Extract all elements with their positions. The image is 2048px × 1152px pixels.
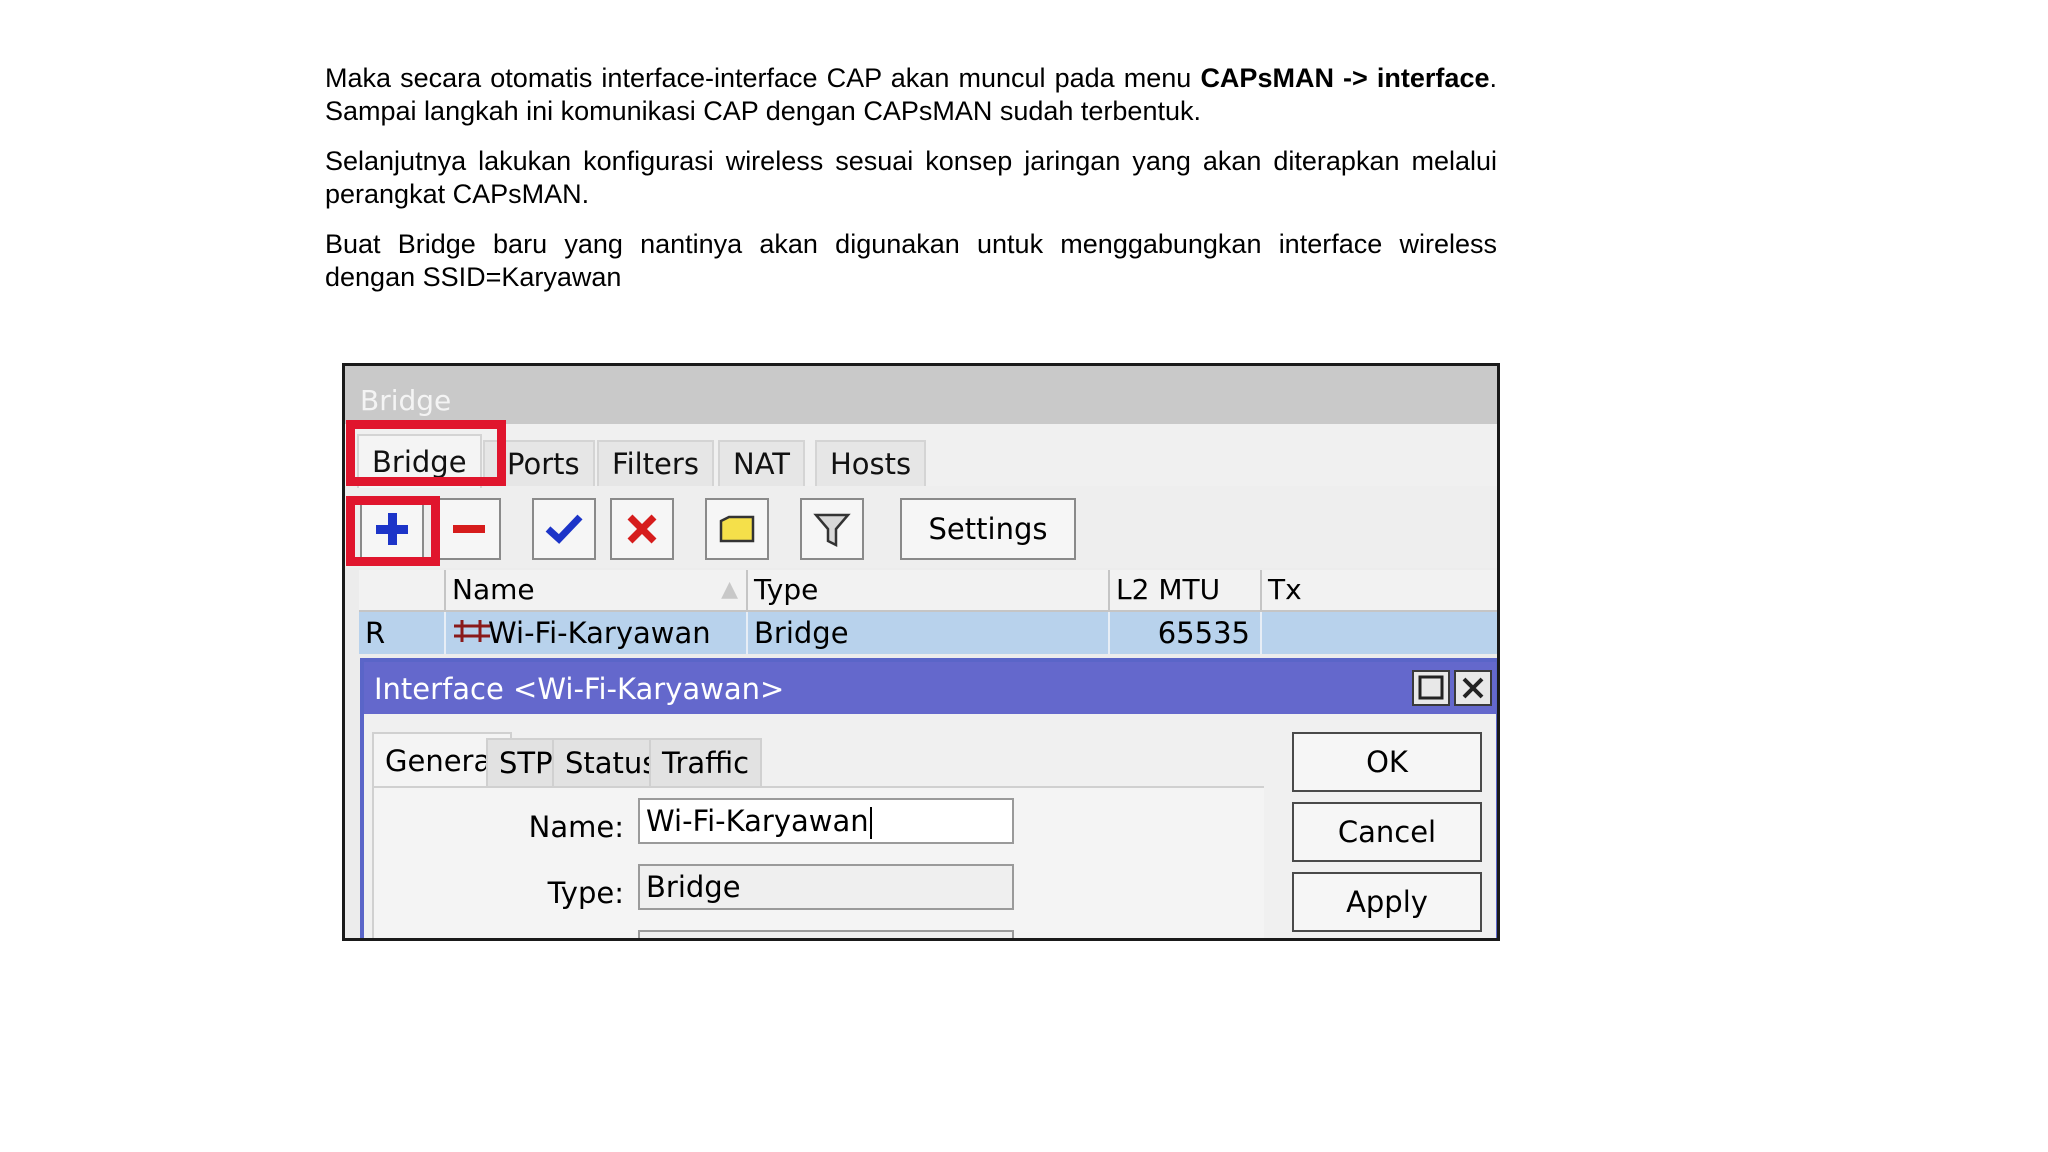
highlight-add-button <box>346 496 440 566</box>
apply-button[interactable]: Apply <box>1292 872 1482 932</box>
bridge-toolbar: Settings <box>345 486 1497 568</box>
close-icon <box>1462 677 1484 699</box>
remove-icon <box>453 525 485 533</box>
tab-hosts[interactable]: Hosts <box>815 440 927 486</box>
disable-x-icon <box>627 514 657 544</box>
bridge-icon <box>454 620 490 642</box>
col-tx-header[interactable]: Tx <box>1262 570 1497 612</box>
document-text: Maka secara otomatis interface-interface… <box>325 62 1497 311</box>
tab-nat[interactable]: NAT <box>718 440 805 486</box>
bridge-window-title: Bridge <box>360 384 452 417</box>
row-name-text: Wi-Fi-Karyawan <box>488 616 711 650</box>
paragraph-2: Selanjutnya lakukan konfigurasi wireless… <box>325 146 1497 209</box>
ok-button[interactable]: OK <box>1292 732 1482 792</box>
text-caret <box>869 807 872 839</box>
bridge-tabs: Bridge Ports Filters NAT Hosts <box>345 424 1497 488</box>
maximize-button[interactable] <box>1412 670 1450 706</box>
general-panel: Name: Wi-Fi-Karyawan Type: Bridge <box>372 786 1264 938</box>
row-type: Bridge <box>748 612 1110 654</box>
type-field: Bridge <box>638 864 1014 910</box>
highlight-bridge-tab <box>346 420 506 486</box>
name-input-value: Wi-Fi-Karyawan <box>646 804 869 838</box>
bridge-window-screenshot: Bridge Bridge Ports Filters NAT Hosts Se… <box>342 363 1500 941</box>
bridge-list: Name ▲ Type L2 MTU Tx R Wi-Fi-Karyawan B… <box>359 570 1497 654</box>
comment-button[interactable] <box>705 498 769 560</box>
sort-asc-icon: ▲ <box>721 577 738 602</box>
row-tx <box>1262 612 1497 654</box>
enable-button[interactable] <box>532 498 596 560</box>
comment-icon <box>719 515 755 543</box>
col-l2mtu-header[interactable]: L2 MTU <box>1110 570 1262 612</box>
para1-bold: CAPsMAN -> interface <box>1200 63 1490 93</box>
row-flag: R <box>359 612 446 654</box>
table-row[interactable]: R Wi-Fi-Karyawan Bridge 65535 <box>359 612 1497 654</box>
tab-filters[interactable]: Filters <box>597 440 714 486</box>
type-label: Type: <box>547 876 624 910</box>
name-label: Name: <box>528 810 624 844</box>
cancel-button[interactable]: Cancel <box>1292 802 1482 862</box>
para1-text: Maka secara otomatis interface-interface… <box>325 63 1201 93</box>
paragraph-1: Maka secara otomatis interface-interface… <box>325 62 1497 128</box>
row-name: Wi-Fi-Karyawan <box>446 612 748 654</box>
maximize-icon <box>1418 675 1444 700</box>
interface-dialog-title: Interface <Wi-Fi-Karyawan> <box>374 672 785 706</box>
paragraph-3: Buat Bridge baru yang nantinya akan digu… <box>325 229 1497 292</box>
close-button[interactable] <box>1454 670 1492 706</box>
col-flag-header <box>359 570 446 612</box>
disable-button[interactable] <box>610 498 674 560</box>
remove-button[interactable] <box>437 498 501 560</box>
next-field <box>638 930 1014 938</box>
name-input[interactable]: Wi-Fi-Karyawan <box>638 798 1014 844</box>
row-l2mtu: 65535 <box>1110 612 1262 654</box>
settings-button[interactable]: Settings <box>900 498 1076 560</box>
filter-icon <box>813 513 851 548</box>
tab-traffic[interactable]: Traffic <box>649 738 763 786</box>
col-name-header[interactable]: Name ▲ <box>446 570 748 612</box>
bridge-window-titlebar: Bridge <box>345 366 1497 424</box>
col-type-header[interactable]: Type <box>748 570 1110 612</box>
col-name-label: Name <box>452 573 535 606</box>
filter-button[interactable] <box>800 498 864 560</box>
interface-dialog-titlebar[interactable]: Interface <Wi-Fi-Karyawan> <box>364 662 1496 714</box>
interface-dialog: Interface <Wi-Fi-Karyawan> General STP S… <box>360 658 1497 938</box>
enable-check-icon <box>545 514 583 544</box>
